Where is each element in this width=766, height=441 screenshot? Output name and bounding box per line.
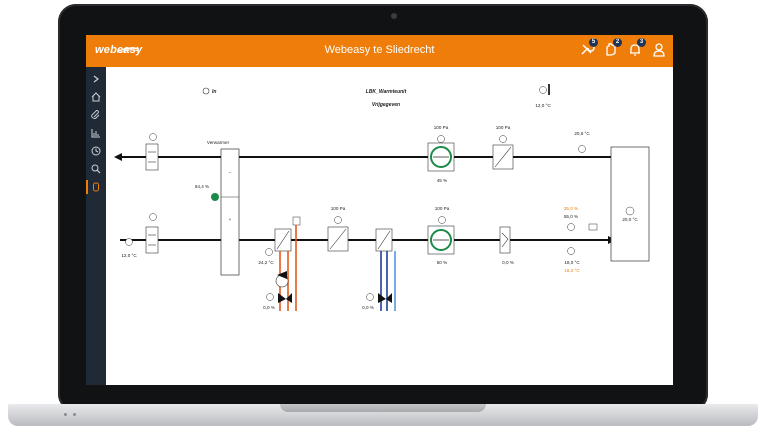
minus-sign: − [229,170,232,175]
extract-fan-pressure: 100 Pa [434,125,449,130]
supply-temp: 18,0 °C [564,260,580,265]
app-screen: webeasy Webeasy te Sliedrecht 5 2 3 In L… [86,35,673,385]
sidebar-item-attachments[interactable] [86,107,106,123]
sidebar-item-documents[interactable] [86,179,106,195]
supply-inlet-sensor-icon [125,238,133,246]
unit-status: Vrijgegeven [372,102,400,108]
bell-count-badge: 3 [637,38,646,47]
top-bar: webeasy Webeasy te Sliedrecht 5 2 3 [86,35,673,67]
notifications-button[interactable]: 3 [627,38,646,59]
supply-pressure-sensor-icon [567,223,575,231]
extract-filter-pressure: 100 Pa [496,125,511,130]
heater-status-led [211,193,219,201]
sidebar-expand[interactable] [86,71,106,87]
home-icon [91,92,101,102]
supply-temp-sensor-icon [567,247,575,255]
laptop-notch [280,404,486,412]
hvac-diagram: In LBK_Warmteunit Vrijgegeven 12,0 °C 20… [114,84,650,311]
sidebar-item-schedule[interactable] [86,143,106,159]
supply-fan-pressure: 100 Pa [435,206,450,211]
chevron-right-icon [93,75,99,83]
extract-arrow-icon [114,153,122,161]
supply-fan[interactable] [427,216,455,255]
camera [391,13,397,19]
setpoint-value: 55,0 % [564,214,578,219]
supply-setpoint: 18,2 °C [564,268,580,273]
extract-filter[interactable] [492,135,514,170]
alarms-button[interactable]: 2 [603,38,622,59]
service-button[interactable]: 5 [579,38,598,59]
supply-outlet-damper[interactable] [499,226,511,254]
heater-label: Verwarmer [207,140,230,145]
thermometer-icon [539,86,547,94]
user-icon [653,43,665,57]
supply-actuator-icon [588,223,598,231]
extract-fan[interactable] [427,135,455,172]
alarms-count-badge: 2 [613,38,622,47]
outdoor-temp-sensor[interactable] [539,84,551,95]
cooling-coil[interactable] [366,228,396,311]
service-count-badge: 5 [589,38,598,47]
mode-label: In [212,89,216,95]
sidebar-item-trends[interactable] [86,125,106,141]
status-led [64,413,67,416]
header-actions: 5 2 3 [579,38,667,59]
mode-indicator[interactable]: In [202,87,216,95]
heating-coil-temp: 24,2 °C [258,260,274,265]
main-content: In LBK_Warmteunit Vrijgegeven 12,0 °C 20… [106,67,673,385]
damper-pct: 0,0 % [502,260,514,265]
heating-valve-pct: 0,0 % [263,305,275,310]
supply-filter-pressure: 100 Pa [331,206,346,211]
cooling-valve-pct: 0,0 % [362,305,374,310]
plus-sign: + [229,217,232,222]
sidebar [86,67,106,385]
return-sensor-icon [578,145,586,153]
room-box[interactable] [610,146,650,262]
room-temp: 20,0 °C [622,217,638,222]
paperclip-icon [91,110,100,119]
extract-damper[interactable] [145,133,159,171]
heater-valve-pct: 54,4 % [195,184,209,189]
document-icon [93,182,99,192]
status-led [73,413,76,416]
user-button[interactable] [651,41,667,59]
sidebar-item-home[interactable] [86,89,106,105]
unit-name: LBK_Warmteunit [366,89,407,95]
extract-fan-speed: 45 % [437,178,447,183]
clock-icon [91,146,101,156]
outdoor-temp: 12,0 °C [535,103,551,108]
chart-icon [91,129,100,138]
return-temp: 20,6 °C [574,131,590,136]
supply-filter[interactable] [327,216,349,252]
power-icon [202,87,210,95]
supply-inlet-temp: 12,0 °C [121,253,137,258]
supply-fan-speed: 50 % [437,260,447,265]
heat-exchanger[interactable] [220,148,240,276]
setpoint-high: 35,0 % [564,206,578,211]
search-icon [91,164,101,174]
supply-damper[interactable] [145,213,159,254]
sidebar-item-search[interactable] [86,161,106,177]
